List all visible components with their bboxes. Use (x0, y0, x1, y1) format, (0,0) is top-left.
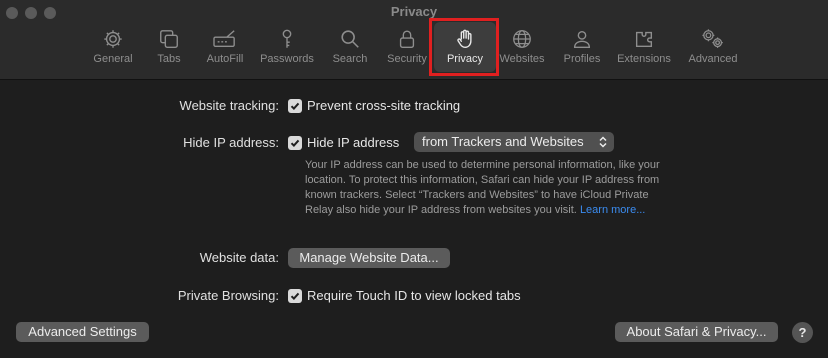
tab-label: Advanced (688, 53, 738, 65)
hide-ip-scope-select[interactable]: from Trackers and Websites (414, 132, 614, 152)
tabs-icon (160, 30, 178, 48)
lock-icon (399, 30, 415, 48)
search-icon (341, 30, 359, 48)
window-title: Privacy (390, 4, 438, 19)
tab-profiles[interactable]: Profiles (560, 28, 604, 70)
hide-ip-label: Hide IP address: (183, 135, 279, 150)
globe-icon (513, 30, 531, 48)
selected-option: from Trackers and Websites (422, 134, 584, 149)
puzzle-icon (635, 31, 653, 48)
checkmark-icon (290, 139, 300, 148)
help-button[interactable]: ? (792, 322, 813, 343)
hide-ip-checkbox[interactable] (288, 136, 302, 150)
tab-general[interactable]: General (92, 28, 134, 70)
autofill-icon (213, 30, 235, 48)
about-safari-privacy-button[interactable]: About Safari & Privacy... (615, 322, 778, 342)
person-icon (573, 30, 591, 48)
advanced-settings-button[interactable]: Advanced Settings (16, 322, 149, 342)
checkmark-icon (290, 102, 300, 111)
require-touch-id-checkbox[interactable] (288, 289, 302, 303)
privacy-pane (0, 81, 828, 358)
gears-icon (702, 29, 723, 48)
tab-label: AutoFill (206, 53, 244, 65)
manage-website-data-button[interactable]: Manage Website Data... (288, 248, 450, 268)
hide-ip-description: Your IP address can be used to determine… (305, 158, 665, 218)
tab-label: Security (387, 53, 427, 65)
tab-advanced[interactable]: Advanced (685, 28, 741, 70)
prevent-tracking-text: Prevent cross-site tracking (307, 98, 461, 113)
gear-icon (104, 30, 122, 48)
tab-label: Websites (499, 53, 545, 65)
tab-label: General (93, 53, 133, 65)
website-tracking-label: Website tracking: (179, 98, 279, 113)
key-icon (282, 29, 292, 48)
checkmark-icon (290, 292, 300, 301)
tab-extensions[interactable]: Extensions (614, 28, 674, 70)
chevron-updown-icon (599, 136, 607, 148)
tab-security[interactable]: Security (384, 28, 430, 70)
hide-ip-text: Hide IP address (307, 135, 400, 150)
tab-label: Profiles (563, 53, 601, 65)
preferences-toolbar: Privacy General Tabs AutoFill Passwords … (0, 0, 828, 80)
private-browsing-label: Private Browsing: (177, 288, 279, 303)
website-data-label: Website data: (199, 250, 279, 265)
tab-autofill[interactable]: AutoFill (203, 28, 247, 70)
tab-search[interactable]: Search (329, 28, 371, 70)
tab-label: Extensions (617, 53, 671, 65)
selection-highlight-box (429, 18, 499, 76)
tab-label: Search (332, 53, 368, 65)
tab-tabs[interactable]: Tabs (154, 28, 184, 70)
require-touch-id-text: Require Touch ID to view locked tabs (307, 288, 521, 303)
prevent-tracking-checkbox[interactable] (288, 99, 302, 113)
tab-label: Passwords (260, 53, 314, 65)
tab-label: Tabs (157, 53, 181, 65)
tab-passwords[interactable]: Passwords (258, 28, 316, 70)
tab-websites[interactable]: Websites (497, 28, 547, 70)
learn-more-link[interactable]: Learn more... (580, 204, 645, 216)
